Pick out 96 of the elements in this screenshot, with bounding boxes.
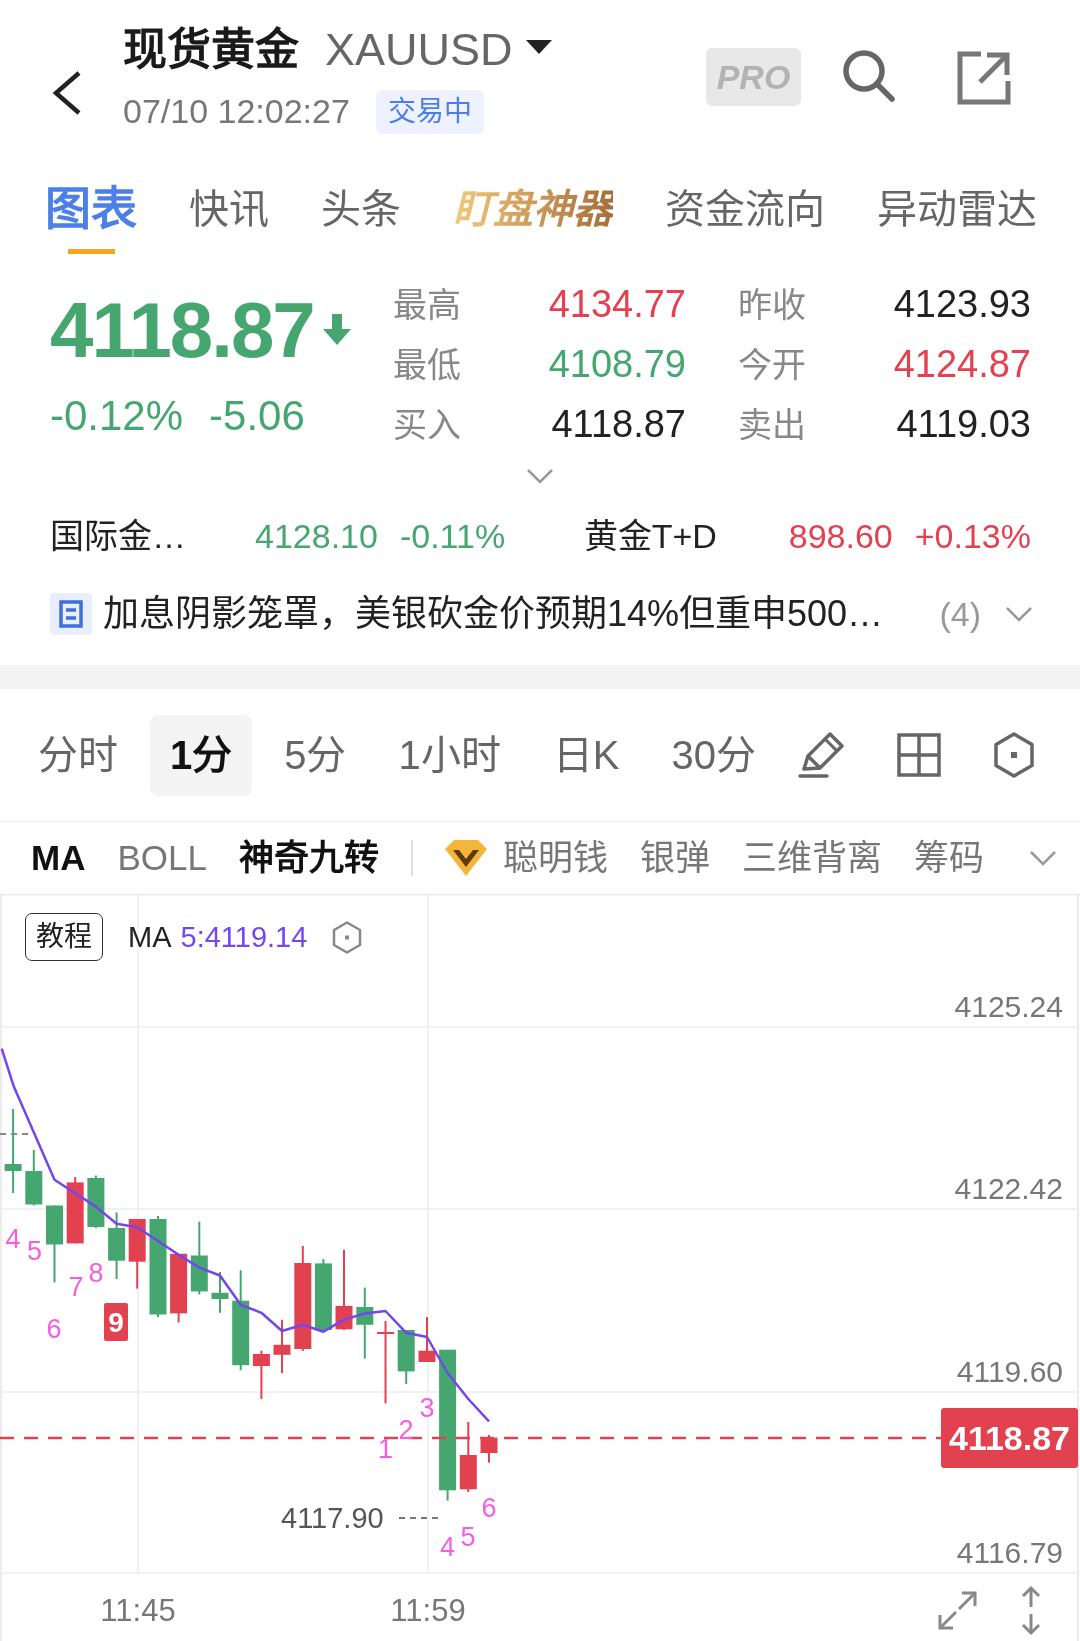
price-axis-label: 4116.79 [956,1536,1063,1569]
price-axis-label: 4122.42 [954,1172,1063,1205]
price-axis-label: 4119.60 [956,1355,1063,1388]
change-percent: -0.12% [50,392,184,440]
indicator-name: MA [128,919,172,955]
indicator-tab[interactable]: BOLL [117,837,207,879]
candlestick [273,1318,291,1374]
candlestick [170,1252,188,1324]
stat-label: 卖出 [738,404,807,446]
time-axis-label: 11:59 [390,1593,466,1628]
chevron-down-icon[interactable] [1029,850,1057,866]
tab[interactable]: 快讯 [189,160,269,258]
sequence-count-badge: 9 [104,1303,128,1341]
sequence-count: 6 [46,1313,62,1344]
news-count: (4) [939,593,981,635]
expand-icon[interactable] [938,1591,977,1630]
price-axis-label: 4125.24 [954,990,1063,1023]
market-price: 898.60 [788,515,893,557]
candlestick [66,1176,84,1245]
candlestick [459,1421,477,1493]
stat-value: 4124.87 [892,342,1031,388]
indicator-tab[interactable]: 筹码 [913,837,984,879]
candlestick [211,1271,229,1314]
sequence-count: 3 [419,1392,435,1423]
timestamp: 07/10 12:02:27 [123,92,350,132]
sequence-count: 6 [481,1492,497,1523]
candlestick [25,1149,43,1207]
indicator-tab[interactable]: MA [31,837,86,879]
sequence-count: 7 [68,1271,84,1302]
stat-value: 4118.87 [550,402,686,448]
low-price-label: 4117.90 [281,1502,384,1534]
news-icon [50,593,92,635]
sequence-count: 5 [27,1235,42,1266]
indicator-tab[interactable]: 聪明钱 [444,837,608,879]
indicator-tab[interactable]: 神奇九转 [238,837,379,879]
candlestick [252,1349,270,1400]
grid-icon[interactable] [895,731,943,779]
tab[interactable]: 异动雷达 [877,160,1037,258]
indicator-value: 5:4119.14 [180,919,308,955]
period-tab[interactable]: 30分 [651,714,776,796]
candlestick [480,1434,498,1464]
leader-line [0,1133,29,1135]
trading-status-badge: 交易中 [375,90,484,134]
candlestick [397,1329,415,1385]
candlestick [418,1316,436,1363]
search-icon[interactable] [841,48,895,102]
candlestick [128,1218,146,1290]
up-down-arrows-icon[interactable] [1021,1585,1041,1636]
symbol-code: XAUUSD [325,24,513,76]
instrument-title: 现货黄金 [123,24,299,76]
stat-label: 昨收 [738,284,807,326]
settings-icon[interactable] [332,920,363,954]
chevron-down-icon[interactable] [526,468,554,484]
sequence-count: 4 [5,1223,21,1254]
market-name: 黄金T+D [583,515,718,557]
tab[interactable]: 盯盘神器 [453,160,613,258]
period-tab[interactable]: 日K [532,714,640,796]
candlestick [87,1174,105,1229]
stat-label: 最高 [393,284,462,326]
period-tab[interactable]: 1分 [150,714,253,796]
tab[interactable]: 头条 [321,160,401,258]
stat-value: 4119.03 [895,402,1031,448]
market-change: -0.11% [399,515,506,557]
stat-value: 4108.79 [547,342,686,388]
stat-label: 买入 [393,404,462,446]
diamond-icon [444,840,487,876]
share-icon[interactable] [956,50,1012,106]
period-tab[interactable]: 分时 [18,714,138,796]
indicator-tab[interactable]: 三维背离 [741,837,882,879]
tutorial-button[interactable]: 教程 [25,913,103,961]
candlestick [108,1211,126,1280]
sequence-count: 2 [398,1414,414,1445]
market-change: +0.13% [914,515,1031,557]
sequence-count: 4 [440,1531,456,1562]
tab[interactable]: 资金流向 [665,160,825,258]
period-tab[interactable]: 1小时 [378,714,521,796]
stat-value: 4123.93 [892,282,1031,328]
market-price: 4128.10 [255,515,378,557]
last-price: 4118.87 [50,291,314,369]
news-headline[interactable]: 加息阴影笼罩，美银砍金价预期14%但重申500… [103,592,884,636]
time-axis-label: 11:45 [100,1593,176,1628]
caret-icon[interactable] [525,40,552,54]
sequence-count: 5 [460,1521,476,1552]
period-tab[interactable]: 5分 [264,714,367,796]
stat-label: 最低 [393,344,462,386]
sequence-count: 1 [378,1433,393,1464]
last-price-tag: 4118.87 [941,1408,1078,1468]
change-amount: -5.06 [209,392,305,440]
chevron-down-icon[interactable] [1005,606,1033,622]
sequence-count: 8 [88,1257,104,1288]
indicator-tab[interactable]: 银弹 [639,837,710,879]
pencil-icon[interactable] [797,731,845,779]
market-name: 国际金… [50,515,187,557]
settings-icon[interactable] [993,732,1035,778]
stat-label: 今开 [738,344,807,386]
stat-value: 4134.77 [547,282,686,328]
